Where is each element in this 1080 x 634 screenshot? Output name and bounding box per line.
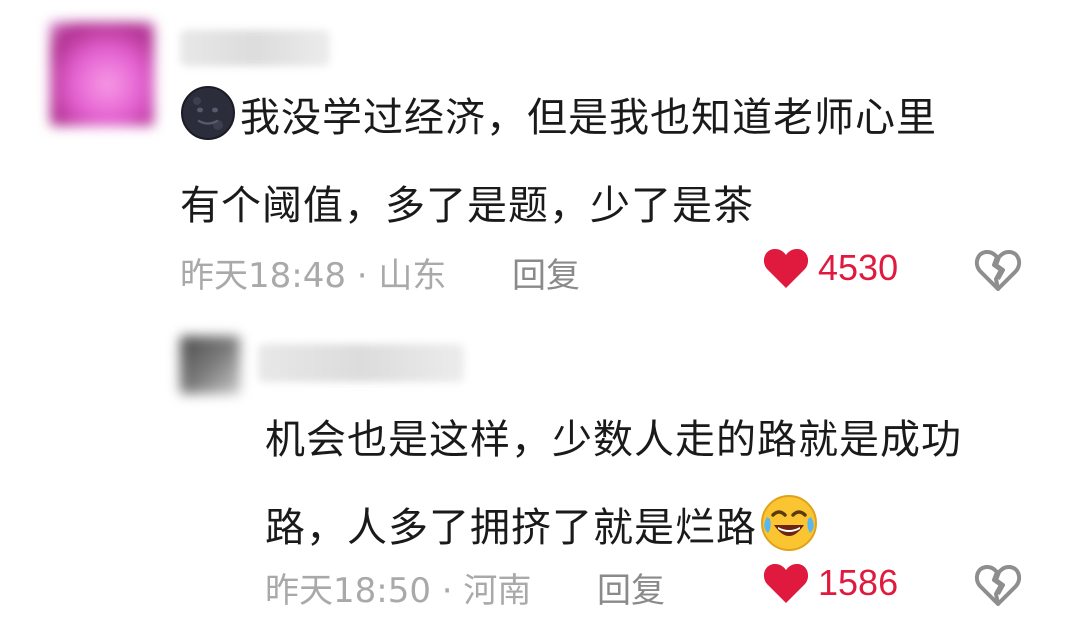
like-button[interactable]: 1586 [762, 561, 898, 605]
reply-button[interactable]: 回复 [512, 248, 580, 297]
username-blurred[interactable] [258, 344, 464, 382]
comment-line-1: 我没学过经济，但是我也知道老师心里 [180, 74, 937, 162]
comment-line-2: 有个阈值，多了是题，少了是茶 [180, 183, 754, 229]
avatar[interactable] [180, 336, 240, 394]
username-blurred[interactable] [180, 30, 330, 66]
broken-heart-icon[interactable] [974, 248, 1022, 292]
comment-body: 机会也是这样，少数人走的路就是成功 路，人多了拥挤了就是烂路 [265, 396, 962, 572]
new-moon-face-icon [181, 86, 235, 140]
comment-body: 我没学过经济，但是我也知道老师心里 有个阈值，多了是题，少了是茶 [180, 74, 937, 250]
comment-line-2: 路，人多了拥挤了就是烂路 [265, 484, 962, 572]
heart-icon [763, 248, 809, 288]
broken-heart-icon[interactable] [974, 563, 1022, 607]
comment-meta: 昨天18:50 · 河南 [265, 571, 532, 611]
like-count: 4530 [818, 247, 899, 288]
comment-text-line: 我没学过经济，但是我也知道老师心里 [240, 95, 937, 141]
rolling-laughing-icon [761, 495, 817, 551]
comment-text-line: 路，人多了拥挤了就是烂路 [265, 505, 757, 551]
avatar[interactable] [50, 22, 154, 126]
comment-meta: 昨天18:48 · 山东 [180, 256, 447, 296]
comment-line-1: 机会也是这样，少数人走的路就是成功 [265, 417, 962, 463]
heart-icon [763, 563, 809, 603]
like-button[interactable]: 4530 [762, 246, 898, 290]
comment-thread: 我没学过经济，但是我也知道老师心里 有个阈值，多了是题，少了是茶 昨天18:48… [0, 0, 1080, 634]
reply-button[interactable]: 回复 [597, 563, 665, 612]
like-count: 1586 [818, 562, 899, 603]
